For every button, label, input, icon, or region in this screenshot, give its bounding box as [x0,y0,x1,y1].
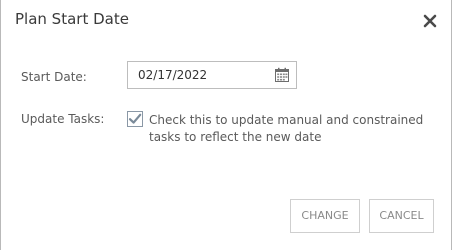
cancel-button[interactable]: CANCEL [369,199,434,233]
start-date-input[interactable] [138,67,258,83]
start-date-label: Start Date: [21,70,87,84]
update-tasks-description: Check this to update manual and constrai… [149,113,424,144]
update-tasks-checkbox[interactable] [127,111,143,127]
update-tasks-label: Update Tasks: [21,112,105,126]
plan-start-date-dialog: Plan Start Date Start Date: 02/17/2022 U… [0,0,452,250]
dialog-title: Plan Start Date [15,10,129,28]
close-icon[interactable] [420,11,440,31]
change-button[interactable]: CHANGE [290,199,360,233]
calendar-icon[interactable] [274,67,290,83]
start-date-field[interactable] [127,61,297,89]
